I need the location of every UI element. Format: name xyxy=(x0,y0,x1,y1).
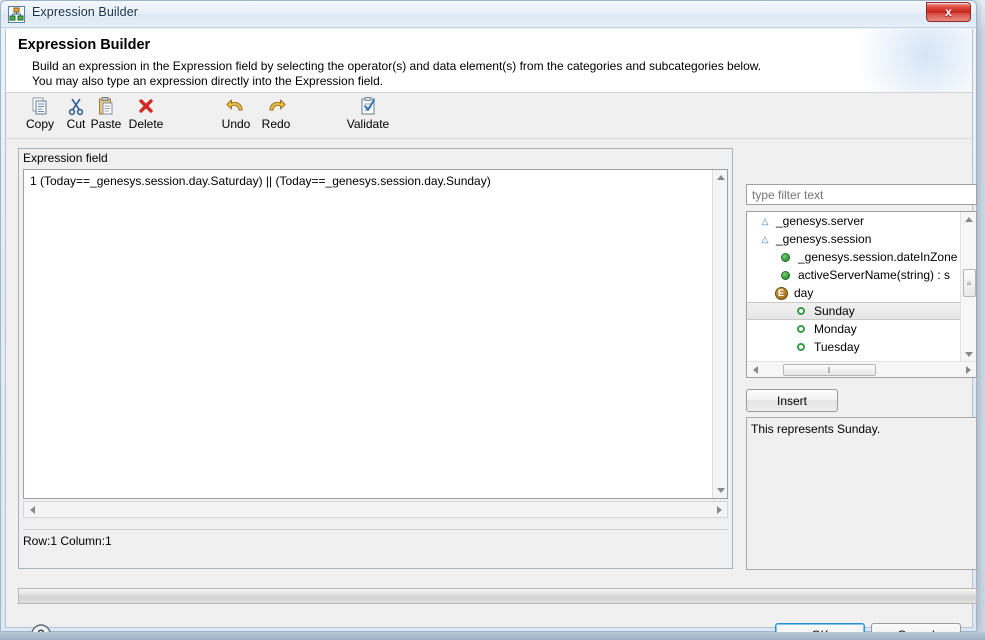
tree-node-list: △ _genesys.server △ _genesys.session _ge… xyxy=(747,212,961,362)
scroll-down-icon[interactable] xyxy=(713,483,727,498)
tree-node-label: _genesys.server xyxy=(776,214,865,228)
title-bar: Expression Builder x xyxy=(1,1,976,28)
page-title: Expression Builder xyxy=(18,37,151,53)
progress-bar xyxy=(18,588,977,604)
tree-node-day[interactable]: E day xyxy=(747,284,961,302)
diagram-icon xyxy=(8,6,25,23)
validate-icon xyxy=(358,96,378,116)
tree-node-dateinzone[interactable]: _genesys.session.dateInZone xyxy=(747,248,961,266)
redo-icon xyxy=(266,96,286,116)
tree-node-label: activeServerName(string) : s xyxy=(798,268,951,282)
paste-label: Paste xyxy=(90,117,122,131)
header-description: Build an expression in the Expression fi… xyxy=(32,59,762,88)
tree-node-label: day xyxy=(794,286,814,300)
scroll-right-icon[interactable] xyxy=(711,502,727,517)
tree-node-tuesday[interactable]: Tuesday xyxy=(747,338,961,356)
undo-label: Undo xyxy=(221,117,251,131)
desktop-background: Expression Builder x Expression Builder … xyxy=(0,0,985,640)
close-icon: x xyxy=(945,5,952,19)
expression-field-legend: Expression field xyxy=(23,151,108,165)
expression-text: 1 (Today==_genesys.session.day.Saturday)… xyxy=(30,174,491,188)
delete-button[interactable]: Delete xyxy=(122,96,170,131)
delete-icon xyxy=(136,96,156,116)
redo-label: Redo xyxy=(261,117,291,131)
insert-button[interactable]: Insert xyxy=(746,389,838,412)
tree-horizontal-scrollbar[interactable]: ‖ xyxy=(747,361,976,377)
validate-label: Validate xyxy=(346,117,390,131)
tree-node-label: Tuesday xyxy=(814,340,860,354)
expression-horizontal-scrollbar[interactable] xyxy=(23,501,728,518)
tree-node-label: _genesys.session.dateInZone xyxy=(798,250,958,264)
element-tree[interactable]: △ _genesys.server △ _genesys.session _ge… xyxy=(746,211,977,378)
taskbar-edge xyxy=(0,632,985,640)
green-ring-icon xyxy=(793,343,809,351)
expression-editor[interactable]: 1 (Today==_genesys.session.day.Saturday)… xyxy=(23,169,728,499)
header-glow xyxy=(852,29,972,92)
tree-scroll-up-icon[interactable] xyxy=(961,212,976,227)
validate-button[interactable]: Validate xyxy=(344,96,392,131)
scroll-left-icon[interactable] xyxy=(24,502,40,517)
description-text: This represents Sunday. xyxy=(751,422,881,436)
tree-node-label: Monday xyxy=(814,322,857,336)
green-dot-icon xyxy=(777,270,793,280)
expression-status-divider xyxy=(23,529,728,530)
insert-label: Insert xyxy=(776,393,807,408)
tree-node-activeservername[interactable]: activeServerName(string) : s xyxy=(747,266,961,284)
dialog-body: Expression Builder Build an expression i… xyxy=(5,29,977,640)
green-ring-icon xyxy=(793,307,809,315)
redo-button[interactable]: Redo xyxy=(252,96,300,131)
tree-scroll-left-icon[interactable] xyxy=(747,362,763,377)
tree-node-monday[interactable]: Monday xyxy=(747,320,961,338)
tree-node-label: Sunday xyxy=(814,304,855,318)
description-panel: This represents Sunday. xyxy=(746,417,977,570)
green-dot-icon xyxy=(777,252,793,262)
tree-scroll-right-icon[interactable] xyxy=(960,362,976,377)
tree-node-genesys-session[interactable]: △ _genesys.session xyxy=(747,230,961,248)
tree-horizontal-scroll-thumb[interactable]: ‖ xyxy=(783,364,876,376)
paste-icon xyxy=(96,96,116,116)
tree-node-genesys-server[interactable]: △ _genesys.server xyxy=(747,212,961,230)
delete-label: Delete xyxy=(128,117,164,131)
cursor-position-status: Row:1 Column:1 xyxy=(23,534,112,548)
expander-collapsed-icon[interactable]: △ xyxy=(759,234,771,245)
dialog-header: Expression Builder Build an expression i… xyxy=(6,29,972,93)
toolbar: Copy Cut Paste Delete Undo Redo Validate xyxy=(6,94,972,139)
window-title: Expression Builder xyxy=(32,5,139,19)
tree-node-sunday[interactable]: Sunday xyxy=(747,302,961,320)
close-button[interactable]: x xyxy=(926,2,971,22)
copy-icon xyxy=(30,96,50,116)
expression-vertical-scrollbar[interactable] xyxy=(712,170,727,498)
tree-node-label: _genesys.session xyxy=(776,232,872,246)
undo-icon xyxy=(226,96,246,116)
expression-field-group: Expression field 1 (Today==_genesys.sess… xyxy=(18,148,733,569)
expander-collapsed-icon[interactable]: △ xyxy=(759,216,771,227)
tree-vertical-scroll-thumb[interactable]: ≡ xyxy=(963,269,976,297)
scroll-up-icon[interactable] xyxy=(713,170,727,185)
green-ring-icon xyxy=(793,325,809,333)
tree-vertical-scrollbar[interactable]: ≡ xyxy=(960,212,976,362)
enum-e-icon: E xyxy=(773,286,789,300)
tree-scroll-down-icon[interactable] xyxy=(961,347,976,362)
filter-input[interactable] xyxy=(746,184,977,205)
expression-builder-window: Expression Builder x Expression Builder … xyxy=(0,0,977,640)
copy-label: Copy xyxy=(25,117,54,131)
